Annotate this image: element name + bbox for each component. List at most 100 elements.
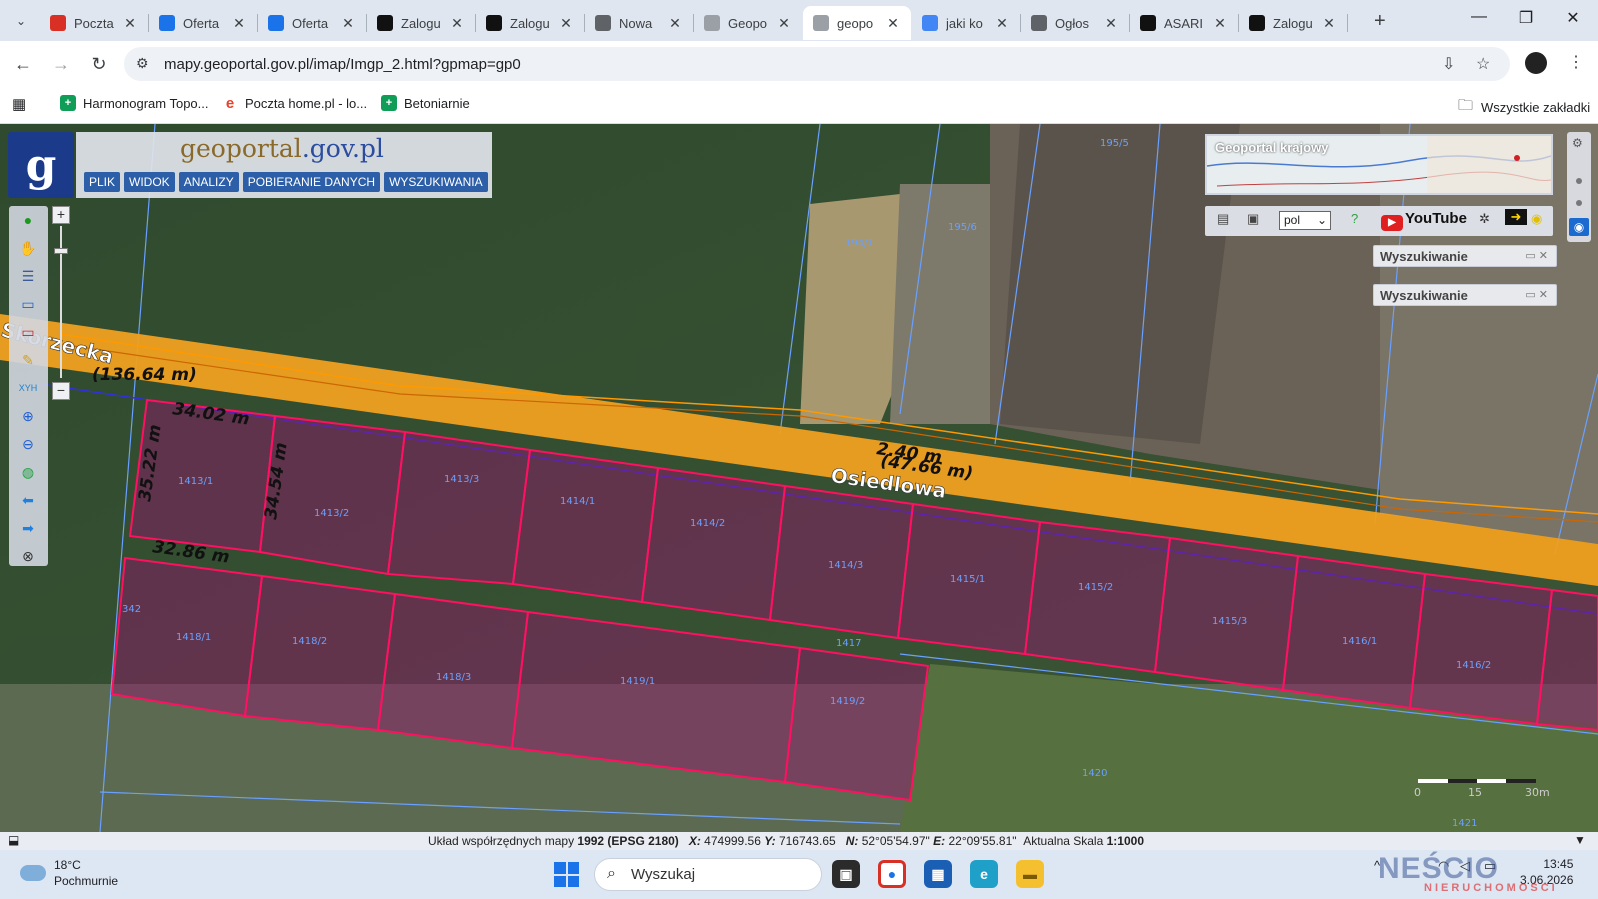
collapse-icon[interactable]: ▼: [1574, 833, 1586, 847]
bookmark-item[interactable]: + Harmonogram Topo...: [60, 95, 209, 111]
settings-icon[interactable]: ⚙: [1572, 136, 1583, 150]
tab-close-icon[interactable]: ✕: [1212, 15, 1228, 32]
start-button[interactable]: [554, 862, 579, 887]
eye-toggle-icon[interactable]: ◉: [1569, 218, 1589, 236]
address-bar[interactable]: ⚙ mapy.geoportal.gov.pl/imap/Imgp_2.html…: [124, 47, 1510, 81]
search-panel[interactable]: Wyszukiwanie ▭ ✕: [1373, 284, 1557, 306]
print-icon[interactable]: ▤: [1217, 211, 1229, 227]
explorer-icon[interactable]: ▬: [1016, 860, 1044, 888]
legend-icon[interactable]: ☰: [18, 266, 38, 286]
layer-dot-icon[interactable]: [1576, 178, 1582, 184]
zoom-in-icon[interactable]: ⊕: [18, 406, 38, 426]
browser-tab[interactable]: Zalogu ✕: [1239, 6, 1347, 40]
chrome-icon[interactable]: ●: [878, 860, 906, 888]
zoom-slider[interactable]: + −: [50, 206, 72, 402]
task-view-icon[interactable]: ▣: [832, 860, 860, 888]
minimize-button[interactable]: —: [1464, 8, 1494, 26]
browser-tab[interactable]: Ogłos ✕: [1021, 6, 1129, 40]
menu-pobieranie-danych[interactable]: POBIERANIE DANYCH: [242, 172, 381, 192]
parcel-1413-3[interactable]: [386, 430, 532, 586]
menu-wyszukiwania[interactable]: WYSZUKIWANIA: [384, 172, 488, 192]
clear-icon[interactable]: ⊗: [18, 546, 38, 566]
back-arrow-icon[interactable]: ⬅: [18, 490, 38, 510]
taskbar-search[interactable]: ⌕ Wyszukaj: [594, 858, 822, 891]
url-text[interactable]: mapy.geoportal.gov.pl/imap/Imgp_2.html?g…: [164, 56, 521, 73]
panel-controls-icon[interactable]: ▭ ✕: [1525, 288, 1548, 301]
next-icon[interactable]: ➜: [1505, 209, 1527, 225]
select-parcel-icon[interactable]: ▭: [18, 322, 38, 342]
browser-tab[interactable]: Oferta ✕: [149, 6, 257, 40]
zoom-minus-button[interactable]: −: [52, 382, 70, 400]
site-info-icon[interactable]: ⚙: [136, 55, 149, 72]
tab-search-button[interactable]: ⌄: [8, 8, 34, 34]
save-map-icon[interactable]: ▣: [1247, 211, 1259, 227]
bookmark-star-icon[interactable]: ☆: [1476, 54, 1490, 74]
tab-close-icon[interactable]: ✕: [667, 15, 683, 32]
browser-tab[interactable]: Oferta ✕: [258, 6, 366, 40]
zoom-plus-button[interactable]: +: [52, 206, 70, 224]
zoom-out-icon[interactable]: ⊖: [18, 434, 38, 454]
browser-tab[interactable]: jaki ko ✕: [912, 6, 1020, 40]
tab-close-icon[interactable]: ✕: [122, 15, 138, 32]
search-panel[interactable]: Wyszukiwanie ▭ ✕: [1373, 245, 1557, 267]
browser-tab[interactable]: geopo ✕: [803, 6, 911, 40]
overview-map[interactable]: Geoportal krajowy: [1205, 134, 1553, 195]
parcel-1415-3[interactable]: [1153, 536, 1300, 692]
help-icon[interactable]: ?: [1351, 211, 1358, 226]
pencil-icon[interactable]: ✎: [18, 350, 38, 370]
browser-tab[interactable]: Nowa ✕: [585, 6, 693, 40]
parcel-1415-2[interactable]: [1023, 520, 1172, 674]
more-menu-icon[interactable]: ⋮: [1568, 52, 1584, 72]
bookmark-item[interactable]: e Poczta home.pl - lo...: [222, 95, 367, 112]
layer-dot-icon[interactable]: [1576, 200, 1582, 206]
all-bookmarks-button[interactable]: 🗀 Wszystkie zakładki: [1458, 95, 1590, 120]
tab-close-icon[interactable]: ✕: [1103, 15, 1119, 32]
back-button[interactable]: ←: [10, 51, 36, 77]
parcel-1416-1[interactable]: [1281, 554, 1427, 710]
close-window-button[interactable]: ✕: [1558, 8, 1588, 28]
tab-close-icon[interactable]: ✕: [558, 15, 574, 32]
tab-close-icon[interactable]: ✕: [994, 15, 1010, 32]
browser-tab[interactable]: Geopo ✕: [694, 6, 802, 40]
geoportal-logo[interactable]: g: [8, 132, 74, 198]
forward-arrow-icon[interactable]: ➡: [18, 518, 38, 538]
select-area-icon[interactable]: ▭: [18, 294, 38, 314]
parcel-1414-2[interactable]: [640, 466, 787, 622]
pan-hand-icon[interactable]: ✋: [18, 238, 38, 258]
forward-button[interactable]: →: [48, 51, 74, 77]
browser-tab[interactable]: Zalogu ✕: [367, 6, 475, 40]
browser-tab[interactable]: ASARI ✕: [1130, 6, 1238, 40]
map-canvas[interactable]: Osiedlowa Skorzecka (136.64 m) 34.02 m 3…: [0, 124, 1598, 832]
profile-avatar[interactable]: [1525, 52, 1547, 74]
parcel-1418-2[interactable]: [243, 574, 397, 732]
info-tool-icon[interactable]: ●: [18, 210, 38, 230]
apps-grid-icon[interactable]: ▦: [12, 95, 26, 113]
weather-widget[interactable]: 18°C Pochmurnie: [20, 857, 118, 889]
accessibility-icon[interactable]: ✲: [1479, 211, 1490, 227]
parcel-1419-2[interactable]: [783, 646, 930, 802]
parcel-1418-3[interactable]: [376, 592, 530, 750]
panel-controls-icon[interactable]: ▭ ✕: [1525, 249, 1548, 262]
menu-plik[interactable]: PLIK: [84, 172, 121, 192]
bookmark-item[interactable]: + Betoniarnie: [381, 95, 470, 111]
tab-close-icon[interactable]: ✕: [1321, 15, 1337, 32]
reload-button[interactable]: ↻: [86, 51, 112, 77]
edge-icon[interactable]: e: [970, 860, 998, 888]
parcel-1416-2[interactable]: [1408, 572, 1554, 726]
language-select[interactable]: pol ⌄: [1279, 211, 1331, 230]
tab-close-icon[interactable]: ✕: [776, 15, 792, 32]
tab-close-icon[interactable]: ✕: [231, 15, 247, 32]
tab-close-icon[interactable]: ✕: [885, 15, 901, 32]
visibility-eye-icon[interactable]: ◉: [1531, 211, 1542, 227]
restore-button[interactable]: ❐: [1511, 8, 1541, 28]
globe-icon[interactable]: ◍: [18, 462, 38, 482]
tab-close-icon[interactable]: ✕: [340, 15, 356, 32]
xyh-coordinates-icon[interactable]: XYH: [18, 378, 38, 398]
parcel-1414-1[interactable]: [511, 448, 660, 604]
zoom-thumb[interactable]: [54, 248, 68, 254]
browser-tab[interactable]: Zalogu ✕: [476, 6, 584, 40]
install-app-icon[interactable]: ⇩: [1442, 54, 1455, 74]
browser-tab[interactable]: Poczta ✕: [40, 6, 148, 40]
menu-widok[interactable]: WIDOK: [124, 172, 175, 192]
store-icon[interactable]: ▦: [924, 860, 952, 888]
